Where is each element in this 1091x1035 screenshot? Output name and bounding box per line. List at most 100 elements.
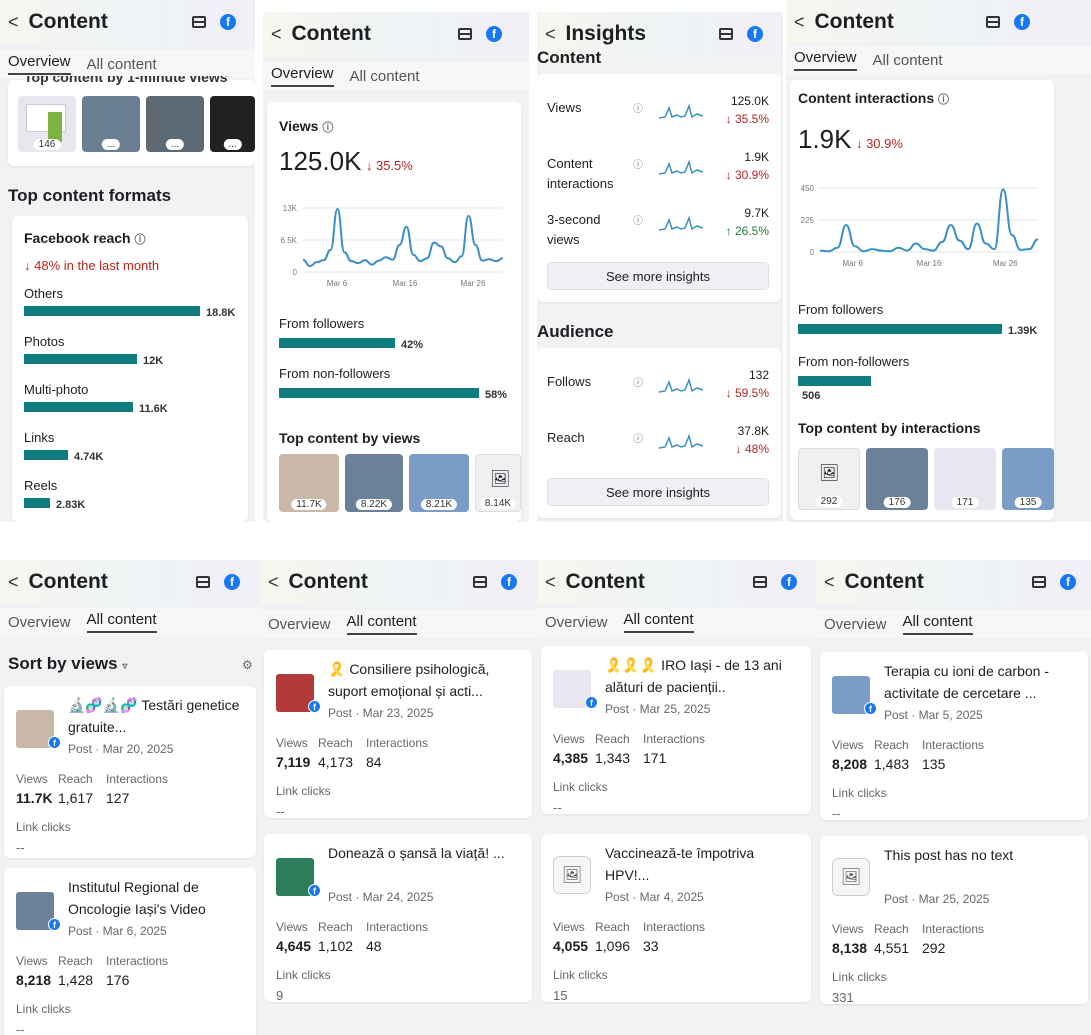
info-icon[interactable]: ⓘ [135, 234, 146, 246]
sort-dropdown[interactable]: Sort by views ▿ [8, 654, 127, 674]
back-icon[interactable]: < [8, 12, 19, 33]
section-heading: Top content by interactions [798, 420, 981, 436]
facebook-icon[interactable]: f [224, 574, 240, 590]
metric-change: ↓ 35.5% [725, 112, 769, 126]
post-card[interactable]: f 🎗️🎗️🎗️ IRO Iași - de 13 ani alături de … [541, 646, 811, 815]
thumbnail[interactable]: 135 [1002, 448, 1054, 510]
metric-row[interactable]: Reach ⓘ 37.8K ↓ 48% [537, 422, 781, 472]
tab-all-content[interactable]: All content [87, 56, 157, 73]
facebook-icon[interactable]: f [220, 14, 236, 30]
back-icon[interactable]: < [794, 12, 805, 33]
thumbnail[interactable]: ... [146, 96, 204, 152]
post-card[interactable]: f 🔬🧬🔬🧬 Testări genetice gratuite... Post ·… [4, 686, 256, 858]
metric-row[interactable]: Views ⓘ 125.0K ↓ 35.5% [537, 92, 781, 142]
tab-all-content[interactable]: All content [350, 68, 420, 85]
thumbnail[interactable]: ... [210, 96, 255, 152]
post-card[interactable]: f 🎗️ Consiliere psihologică, suport emoți… [264, 650, 532, 819]
thumbnail[interactable]: 171 [934, 448, 996, 510]
link-clicks-value: -- [16, 840, 25, 855]
post-card[interactable]: 🖼 Vaccinează-te împotriva HPV!... Post · M… [541, 834, 811, 1003]
tab-all-content[interactable]: All content [86, 611, 157, 633]
calendar-icon[interactable] [458, 28, 472, 40]
info-icon[interactable]: ⓘ [633, 100, 643, 115]
back-icon[interactable]: < [545, 24, 556, 45]
tab-overview[interactable]: Overview [824, 616, 887, 633]
filter-icon[interactable]: ⚙ [242, 658, 253, 672]
facebook-icon[interactable]: f [501, 574, 517, 590]
tab-overview[interactable]: Overview [8, 53, 71, 75]
tab-overview[interactable]: Overview [8, 614, 71, 631]
back-icon[interactable]: < [545, 572, 556, 593]
thumbnail[interactable]: 176 [866, 448, 928, 510]
facebook-icon[interactable]: f [747, 26, 763, 42]
y-tick-label: 13K [283, 204, 298, 213]
link-clicks-value: -- [276, 804, 285, 819]
facebook-icon[interactable]: f [781, 574, 797, 590]
thumbnail[interactable]: 8.22K [345, 454, 403, 512]
post-card[interactable]: 🖼 This post has no text Post · Mar 25, 202… [820, 836, 1088, 1005]
metric-change: ↑ 26.5% [725, 224, 769, 238]
info-icon[interactable]: ⓘ [633, 156, 643, 171]
metric-row[interactable]: Follows ⓘ 132 ↓ 59.5% [537, 366, 781, 416]
calendar-icon[interactable] [753, 576, 767, 588]
calendar-icon[interactable] [473, 576, 487, 588]
info-icon[interactable]: ⓘ [633, 212, 643, 227]
header-icons: f [719, 26, 763, 42]
tab-overview[interactable]: Overview [545, 614, 608, 631]
interactions-label: Interactions [922, 922, 985, 936]
metric-label: Content interactions [547, 156, 614, 191]
page-title: Content [844, 570, 924, 593]
header: < Content f [263, 12, 529, 56]
metric-row[interactable]: 3-second views ⓘ 9.7K ↑ 26.5% [537, 204, 781, 254]
tab-all-content[interactable]: All content [346, 613, 417, 635]
calendar-icon[interactable] [1032, 576, 1046, 588]
metric-row[interactable]: Content interactions ⓘ 1.9K ↓ 30.9% [537, 148, 781, 198]
calendar-icon[interactable] [986, 16, 1000, 28]
tab-all-content[interactable]: All content [623, 611, 694, 633]
content-metrics-card: Views ⓘ 125.0K ↓ 35.5% Content interactions ⓘ… [537, 74, 781, 302]
post-card[interactable]: f Donează o șansă la viață! ... Post · Mar… [264, 834, 532, 1003]
panel-content-overview-views: < Content f Overview All content Views ⓘ… [263, 12, 529, 522]
image-placeholder-icon: 🖼 [832, 858, 870, 896]
calendar-icon[interactable] [192, 16, 206, 28]
from-non-followers-label: From non-followers [279, 366, 391, 381]
back-icon[interactable]: < [271, 24, 282, 45]
info-icon[interactable]: ⓘ [633, 430, 643, 445]
tab-overview[interactable]: Overview [794, 49, 857, 71]
facebook-icon[interactable]: f [1060, 574, 1076, 590]
see-more-insights-button[interactable]: See more insights [547, 478, 769, 506]
facebook-icon[interactable]: f [1014, 14, 1030, 30]
tab-overview[interactable]: Overview [271, 65, 334, 87]
views-label: Views [832, 922, 864, 936]
calendar-icon[interactable] [196, 576, 210, 588]
info-icon[interactable]: ⓘ [938, 94, 949, 106]
reach-label: Reach [874, 738, 909, 752]
thumbnail[interactable]: 8.21K [409, 454, 469, 512]
facebook-icon[interactable]: f [486, 26, 502, 42]
panel-content-overview-formats: < Content f Overview All content Top con… [0, 0, 255, 522]
tab-all-content[interactable]: All content [902, 613, 973, 635]
thumbnail[interactable]: 🖼 292 [798, 448, 860, 510]
tab-overview[interactable]: Overview [268, 616, 331, 633]
post-card[interactable]: f Institutul Regional de Oncologie Iași's… [4, 868, 256, 1035]
thumbnail[interactable]: 🖼 8.14K [475, 454, 521, 512]
thumbnail[interactable]: 146 [18, 96, 76, 152]
x-tick-label: Mar 26 [461, 279, 486, 288]
back-icon[interactable]: < [8, 572, 19, 593]
calendar-icon[interactable] [719, 28, 733, 40]
metric-value: 37.8K [737, 424, 769, 438]
interactions-value: 292 [922, 940, 946, 956]
thumbnail[interactable]: 11.7K [279, 454, 339, 512]
views-value: 4,055 [553, 938, 589, 954]
back-icon[interactable]: < [268, 572, 279, 593]
page-title: Insights [565, 22, 647, 45]
see-more-insights-button[interactable]: See more insights [547, 262, 769, 290]
views-value: 8,208 [832, 756, 868, 772]
tab-all-content[interactable]: All content [873, 52, 943, 69]
post-card[interactable]: f Terapia cu ioni de carbon - activitate … [820, 652, 1088, 821]
info-icon[interactable]: ⓘ [322, 122, 333, 134]
back-icon[interactable]: < [824, 572, 835, 593]
format-bar [24, 450, 68, 460]
info-icon[interactable]: ⓘ [633, 374, 643, 389]
thumbnail[interactable]: ... [82, 96, 140, 152]
